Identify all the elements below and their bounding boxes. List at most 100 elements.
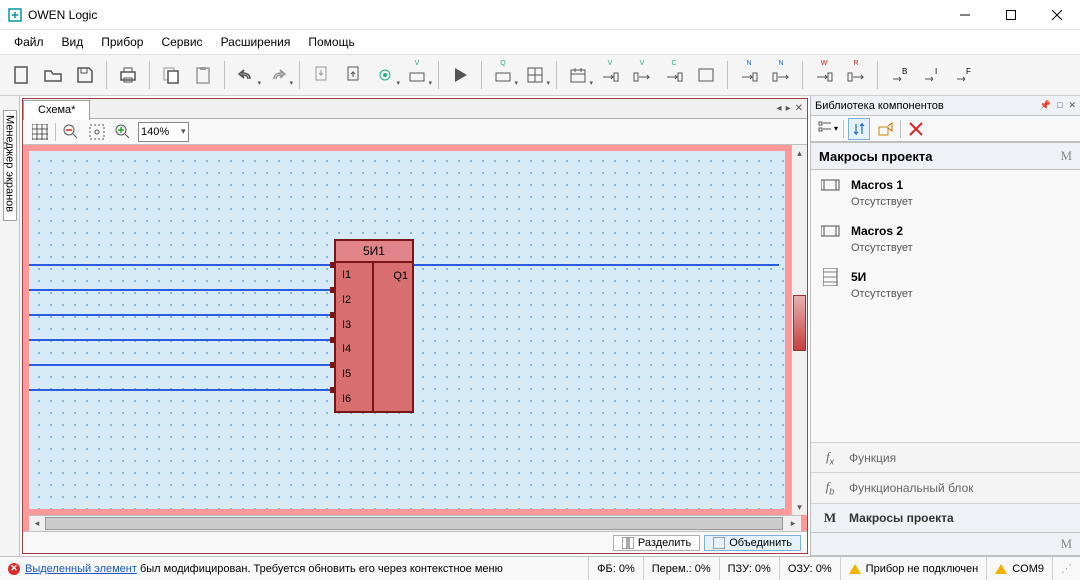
menu-extensions[interactable]: Расширения bbox=[213, 32, 299, 52]
component-library-panel: Библиотека компонентов 📌 □ ✕ ▾ Макросы п… bbox=[810, 96, 1080, 556]
schema-tab[interactable]: Схема* bbox=[23, 100, 90, 120]
v-scroll-thumb[interactable] bbox=[793, 295, 806, 351]
new-file-button[interactable] bbox=[6, 58, 36, 92]
status-perem: Перем.: 0% bbox=[644, 557, 720, 580]
upload-button[interactable] bbox=[338, 58, 368, 92]
calendar-button[interactable]: ▾ bbox=[563, 58, 593, 92]
screen-manager-tab[interactable]: Менеджер экранов bbox=[0, 96, 20, 556]
pin-i2[interactable]: I2 bbox=[336, 288, 372, 313]
panel-max-icon[interactable]: □ bbox=[1057, 100, 1062, 111]
zoom-fit-button[interactable] bbox=[86, 121, 108, 143]
category-function-block[interactable]: fb Функциональный блок bbox=[811, 472, 1080, 503]
zoom-in-button[interactable] bbox=[112, 121, 134, 143]
pin-i6[interactable]: I6 bbox=[336, 386, 372, 411]
library-item-macros2[interactable]: Macros 2 Отсутствует bbox=[811, 216, 1080, 262]
svg-text:F: F bbox=[966, 67, 971, 76]
minimize-button[interactable] bbox=[942, 0, 988, 30]
maximize-button[interactable] bbox=[988, 0, 1034, 30]
status-device: Прибор не подключен bbox=[866, 563, 979, 575]
v-arrow-button[interactable]: V bbox=[595, 58, 625, 92]
status-ozu: ОЗУ: 0% bbox=[780, 557, 841, 580]
pin-i1[interactable]: I1 bbox=[336, 263, 372, 288]
macros-header: Макросы проекта bbox=[819, 149, 932, 164]
grid-block-button[interactable]: ▾ bbox=[520, 58, 550, 92]
panel-close-icon[interactable]: ✕ bbox=[1068, 100, 1076, 111]
svg-text:I: I bbox=[935, 67, 937, 76]
canvas-panel: Схема* ◂ ▸ ✕ ▾ bbox=[22, 98, 808, 554]
main-toolbar: ▾ ▾ ▾ V▾ Q▾ ▾ ▾ V V C N N W R B I F bbox=[0, 54, 1080, 96]
pin-icon[interactable]: 📌 bbox=[1040, 100, 1051, 111]
menu-device[interactable]: Прибор bbox=[93, 32, 151, 52]
paste-button[interactable] bbox=[188, 58, 218, 92]
warn-icon-2 bbox=[995, 564, 1007, 574]
block-title: 5И1 bbox=[334, 239, 414, 263]
ptr-b-button[interactable]: B bbox=[884, 58, 914, 92]
error-icon: ✕ bbox=[8, 563, 20, 575]
status-pzu: ПЗУ: 0% bbox=[720, 557, 780, 580]
split-button[interactable]: Разделить bbox=[613, 535, 700, 551]
library-item-5i[interactable]: 5И Отсутствует bbox=[811, 262, 1080, 308]
warn-icon bbox=[849, 564, 861, 574]
run-button[interactable] bbox=[445, 58, 475, 92]
lib-sort-button[interactable] bbox=[848, 118, 870, 140]
var-v-button[interactable]: V▾ bbox=[402, 58, 432, 92]
zoom-value[interactable] bbox=[141, 126, 181, 138]
n-out-button[interactable]: N bbox=[766, 58, 796, 92]
open-file-button[interactable] bbox=[38, 58, 68, 92]
library-title: Библиотека компонентов bbox=[815, 100, 944, 112]
category-macros[interactable]: M Макросы проекта bbox=[811, 503, 1080, 532]
app-icon bbox=[8, 8, 22, 22]
menu-file[interactable]: Файл bbox=[6, 32, 52, 52]
lib-tree-view-button[interactable]: ▾ bbox=[817, 118, 839, 140]
statusbar: ✕ Выделенный элемент был модифицирован. … bbox=[0, 556, 1080, 580]
tab-nav-left-icon[interactable]: ◂ bbox=[777, 103, 782, 114]
grid-toggle-button[interactable] bbox=[29, 121, 51, 143]
r-button[interactable]: R bbox=[841, 58, 871, 92]
lib-import-button[interactable] bbox=[874, 118, 896, 140]
close-button[interactable] bbox=[1034, 0, 1080, 30]
menu-view[interactable]: Вид bbox=[54, 32, 92, 52]
library-item-macros1[interactable]: Macros 1 Отсутствует bbox=[811, 170, 1080, 216]
settings-button[interactable]: ▾ bbox=[370, 58, 400, 92]
save-button[interactable] bbox=[70, 58, 100, 92]
undo-button[interactable]: ▾ bbox=[231, 58, 261, 92]
vertical-scrollbar[interactable]: ▴ ▾ bbox=[791, 145, 807, 515]
window-title: OWEN Logic bbox=[28, 8, 97, 22]
lib-delete-button[interactable] bbox=[905, 118, 927, 140]
category-function[interactable]: fx Функция bbox=[811, 442, 1080, 473]
zoom-out-button[interactable] bbox=[60, 121, 82, 143]
ptr-f-button[interactable]: F bbox=[948, 58, 978, 92]
v-arrow-out-button[interactable]: V bbox=[627, 58, 657, 92]
tab-nav-right-icon[interactable]: ▸ bbox=[786, 103, 791, 114]
block-icon-button[interactable] bbox=[691, 58, 721, 92]
zoom-input[interactable]: ▾ bbox=[138, 122, 189, 142]
q-block-button[interactable]: Q▾ bbox=[488, 58, 518, 92]
merge-button[interactable]: Объединить bbox=[704, 535, 801, 551]
titlebar: OWEN Logic bbox=[0, 0, 1080, 30]
menu-help[interactable]: Помощь bbox=[300, 32, 362, 52]
ptr-i-button[interactable]: I bbox=[916, 58, 946, 92]
block-5i1[interactable]: 5И1 I1 I2 I3 I4 I5 I6 Q1 bbox=[334, 239, 414, 417]
pin-i5[interactable]: I5 bbox=[336, 362, 372, 387]
n-in-button[interactable]: N bbox=[734, 58, 764, 92]
redo-button[interactable]: ▾ bbox=[263, 58, 293, 92]
download-button[interactable] bbox=[306, 58, 336, 92]
menu-service[interactable]: Сервис bbox=[153, 32, 210, 52]
status-link[interactable]: Выделенный элемент bbox=[25, 563, 137, 575]
c-button[interactable]: C bbox=[659, 58, 689, 92]
screen-manager-label: Менеджер экранов bbox=[3, 110, 17, 221]
resize-grip-icon[interactable]: ⋰ bbox=[1061, 562, 1072, 575]
svg-text:B: B bbox=[902, 67, 907, 76]
w-button[interactable]: W bbox=[809, 58, 839, 92]
status-fb: ФБ: 0% bbox=[589, 557, 644, 580]
pin-i4[interactable]: I4 bbox=[336, 337, 372, 362]
pin-q1[interactable]: Q1 bbox=[374, 263, 412, 288]
canvas[interactable]: 5И1 I1 I2 I3 I4 I5 I6 Q1 bbox=[29, 151, 785, 509]
h-scroll-thumb[interactable] bbox=[45, 517, 783, 530]
print-button[interactable] bbox=[113, 58, 143, 92]
pin-i3[interactable]: I3 bbox=[336, 312, 372, 337]
tab-close-icon[interactable]: ✕ bbox=[795, 103, 803, 114]
horizontal-scrollbar[interactable]: ◂ ▸ bbox=[29, 515, 801, 531]
menubar: Файл Вид Прибор Сервис Расширения Помощь bbox=[0, 30, 1080, 54]
copy-button[interactable] bbox=[156, 58, 186, 92]
